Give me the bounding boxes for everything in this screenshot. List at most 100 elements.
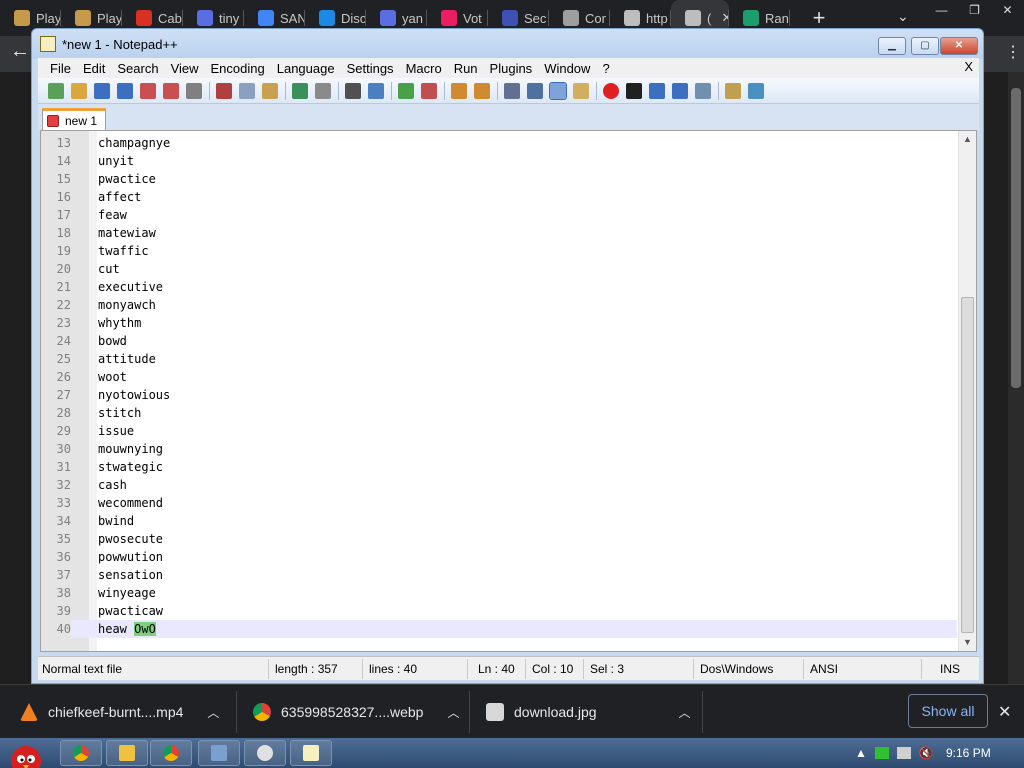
window-title-bar[interactable]: *new 1 - Notepad++ ▁ ▢ ✕ (32, 29, 983, 59)
undo-icon[interactable] (292, 82, 308, 99)
menu-item[interactable]: Language (271, 61, 341, 76)
maximize-button[interactable]: ▢ (911, 37, 939, 55)
close-icon[interactable]: ✕ (991, 0, 1024, 20)
text-editor[interactable]: 13 champagnye 14 unyit 15 pwactice 16 affect 17 f… (40, 130, 977, 652)
volume-muted-icon[interactable]: 🔇 (919, 746, 934, 760)
show-all-characters-icon[interactable] (527, 82, 543, 99)
close-icon[interactable]: ✕ (998, 702, 1011, 722)
line-text: twaffic (98, 244, 149, 258)
show-hidden-icons-icon[interactable]: ▲ (855, 746, 867, 760)
replace-icon[interactable] (368, 82, 384, 99)
cut-icon[interactable] (216, 82, 232, 99)
download-item-1[interactable]: chiefkeef-burnt....mp4 ︿ (20, 685, 220, 739)
folder-icon (119, 745, 135, 761)
battery-icon[interactable] (874, 747, 889, 759)
chevron-up-icon[interactable]: ︿ (679, 704, 691, 721)
unsaved-file-icon (47, 114, 59, 127)
menu-item[interactable]: View (165, 61, 205, 76)
spell-check-icon[interactable] (748, 82, 764, 99)
chevron-up-icon[interactable]: ︿ (207, 704, 219, 721)
taskbar-clock[interactable]: 9:16 PM (946, 746, 991, 760)
open-file-icon[interactable] (71, 82, 87, 99)
save-all-icon[interactable] (117, 82, 133, 99)
vertical-scrollbar[interactable]: ▲ ▼ (958, 131, 976, 651)
menu-item[interactable]: Edit (77, 61, 111, 76)
scroll-up-arrow-icon[interactable]: ▲ (963, 134, 972, 144)
back-arrow-icon[interactable]: ← (10, 40, 30, 63)
taskbar-chrome-button[interactable] (60, 740, 102, 766)
sync-vertical-icon[interactable] (451, 82, 467, 99)
page-scroll-thumb[interactable] (1011, 88, 1021, 388)
indent-guide-icon[interactable] (549, 81, 567, 100)
new-file-icon[interactable] (48, 82, 64, 99)
line-text: champagnye (98, 136, 171, 150)
menu-item[interactable]: Encoding (205, 61, 271, 76)
editor-line: 23 whythm (41, 314, 957, 332)
editor-line: 20 cut (41, 260, 957, 278)
word-wrap-icon[interactable] (504, 82, 520, 99)
redo-icon[interactable] (315, 82, 331, 99)
scroll-down-arrow-icon[interactable]: ▼ (963, 637, 972, 647)
status-selection: Sel : 3 (584, 658, 694, 679)
page-scrollbar[interactable] (1008, 72, 1024, 684)
save-macro-icon[interactable] (695, 82, 711, 99)
print-icon[interactable] (186, 82, 202, 99)
folder-workspace-icon[interactable] (725, 82, 741, 99)
line-text: nyotowious (98, 388, 171, 402)
menu-item[interactable]: Settings (341, 61, 400, 76)
download-item-3[interactable]: download.jpg ︿ (486, 685, 691, 739)
chevron-up-icon[interactable]: ︿ (447, 704, 459, 721)
restore-icon[interactable]: ❐ (958, 0, 991, 20)
minimize-button[interactable]: ▁ (878, 37, 906, 55)
line-text: stitch (98, 406, 142, 420)
taskbar-explorer-button[interactable] (106, 740, 148, 766)
line-number: 19 (56, 244, 71, 258)
run-macro-multiple-icon[interactable] (672, 82, 688, 99)
status-encoding[interactable]: ANSI (804, 658, 922, 679)
copy-icon[interactable] (239, 82, 255, 99)
minimize-icon[interactable]: — (925, 0, 958, 20)
line-text: woot (98, 370, 127, 384)
zoom-out-icon[interactable] (421, 82, 437, 99)
network-icon[interactable] (896, 747, 911, 759)
show-all-button[interactable]: Show all (908, 694, 988, 728)
tab-search-chevron-icon[interactable]: ⌄ (897, 8, 909, 25)
close-all-icon[interactable] (163, 82, 179, 99)
close-file-icon[interactable] (140, 82, 156, 99)
editor-line: 22 monyawch (41, 296, 957, 314)
menu-item[interactable]: File (44, 61, 77, 76)
menu-item[interactable]: Plugins (484, 61, 539, 76)
tab-new-1[interactable]: new 1 (42, 108, 106, 130)
tab-close-icon[interactable]: ✕ (721, 10, 729, 26)
menu-item[interactable]: Window (538, 61, 596, 76)
paste-icon[interactable] (262, 82, 278, 99)
more-vert-icon[interactable]: ⋮ (1005, 42, 1021, 62)
app-icon (563, 10, 579, 26)
menu-item[interactable]: Macro (400, 61, 448, 76)
play-macro-icon[interactable] (649, 82, 665, 99)
save-icon[interactable] (94, 82, 110, 99)
status-bar: Normal text file length : 357 lines : 40… (38, 656, 979, 680)
status-eol[interactable]: Dos\Windows (694, 658, 804, 679)
download-item-2[interactable]: 635998528327....webp ︿ (253, 685, 459, 739)
taskbar-paint-button[interactable] (244, 740, 286, 766)
close-button[interactable]: ✕ (940, 37, 978, 55)
find-icon[interactable] (345, 82, 361, 99)
record-macro-icon[interactable] (603, 82, 619, 99)
taskbar-chrome-window-button[interactable] (150, 740, 192, 766)
menu-item[interactable]: ? (596, 61, 615, 76)
stop-macro-icon[interactable] (626, 82, 642, 99)
zoom-in-icon[interactable] (398, 82, 414, 99)
sync-horizontal-icon[interactable] (474, 82, 490, 99)
line-text: monyawch (98, 298, 156, 312)
menu-item[interactable]: Search (111, 61, 164, 76)
scroll-thumb[interactable] (961, 297, 974, 633)
line-text: cash (98, 478, 127, 492)
menu-item[interactable]: Run (448, 61, 484, 76)
user-language-icon[interactable] (573, 82, 589, 99)
taskbar-notepad-plus-plus-button[interactable] (290, 740, 332, 766)
angry-bird-start-icon[interactable] (4, 739, 48, 768)
chrome-icon (163, 745, 179, 761)
taskbar-app-button[interactable] (198, 740, 240, 766)
close-document-button[interactable]: X (964, 59, 973, 74)
